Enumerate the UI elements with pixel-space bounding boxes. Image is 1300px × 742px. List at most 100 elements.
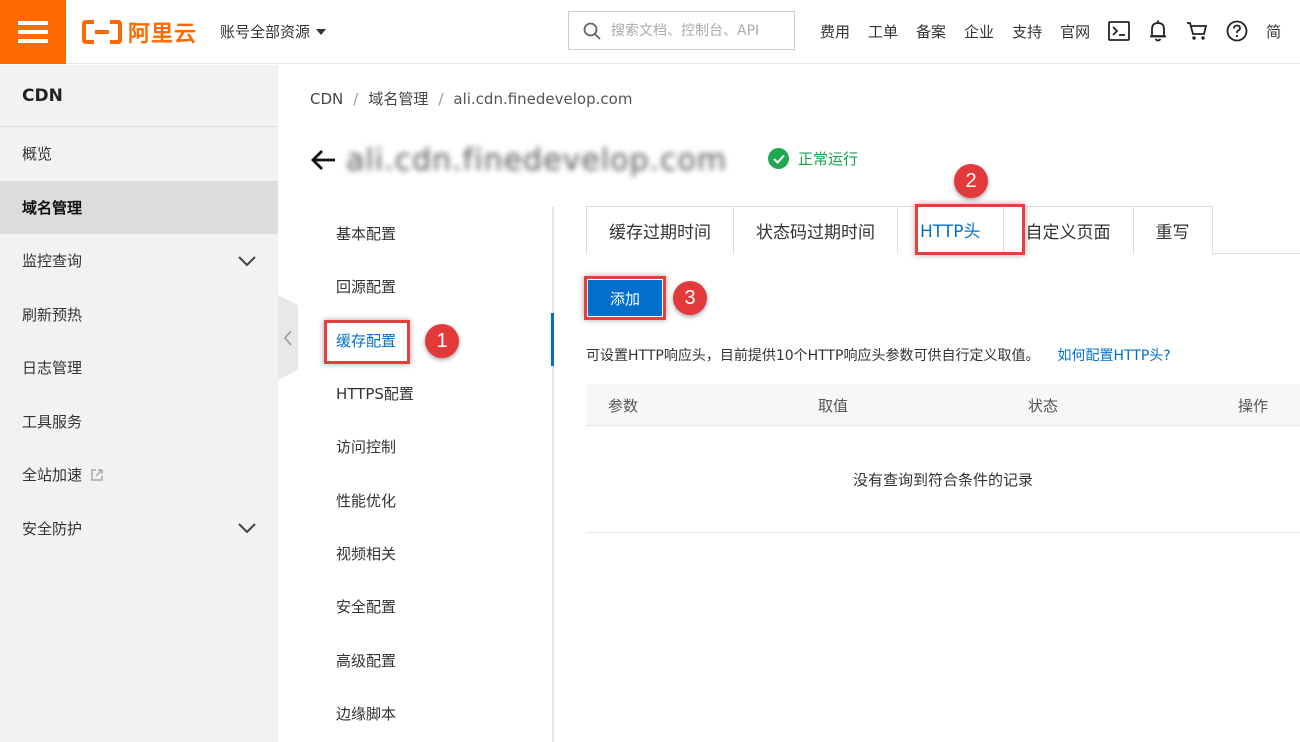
step-badge-3: 3: [673, 281, 707, 315]
subnav-label: HTTPS配置: [336, 385, 414, 404]
subnav-access-control[interactable]: 访问控制: [310, 420, 553, 473]
nav-icp[interactable]: 备案: [916, 21, 946, 42]
account-selector[interactable]: 账号全部资源: [220, 21, 327, 42]
terminal-icon[interactable]: [1108, 21, 1130, 41]
subnav-label: 视频相关: [336, 544, 397, 563]
sidebar-item-security[interactable]: 安全防护: [0, 502, 278, 556]
tab-custom-page[interactable]: 自定义页面: [1002, 206, 1134, 254]
subnav-label: 访问控制: [336, 438, 397, 457]
subnav-label: 性能优化: [336, 491, 397, 510]
description-text: 可设置HTTP响应头，目前提供10个HTTP响应头参数可供自行定义取值。: [586, 348, 1040, 364]
column-value: 取值: [818, 397, 849, 415]
search-input[interactable]: [611, 22, 781, 39]
tab-cache-expiry[interactable]: 缓存过期时间: [586, 206, 734, 254]
top-nav: 费用 工单 备案 企业 支持 官网 简: [820, 20, 1281, 42]
tab-bar: 缓存过期时间 状态码过期时间 HTTP头 自定义页面 重写: [586, 206, 1300, 254]
hamburger-icon: [18, 21, 48, 43]
bell-icon[interactable]: [1148, 20, 1168, 42]
breadcrumb-cdn[interactable]: CDN: [310, 90, 343, 108]
help-link[interactable]: 如何配置HTTP头?: [1057, 345, 1170, 365]
subnav-basic-config[interactable]: 基本配置: [310, 207, 553, 260]
column-action: 操作: [1238, 397, 1269, 415]
external-link-icon: [91, 469, 103, 481]
step-badge-1: 1: [425, 324, 459, 358]
breadcrumb: CDN / 域名管理 / ali.cdn.finedevelop.com: [310, 88, 632, 109]
language-switch[interactable]: 简: [1266, 21, 1281, 42]
sidebar-item-logs[interactable]: 日志管理: [0, 341, 278, 395]
sidebar-item-dcdn[interactable]: 全站加速: [0, 448, 278, 502]
search-icon: [583, 22, 601, 40]
subnav-divider: [552, 207, 554, 742]
subnav-https-config[interactable]: HTTPS配置: [310, 367, 553, 420]
sidebar-title: CDN: [0, 65, 278, 127]
nav-enterprise[interactable]: 企业: [964, 21, 994, 42]
subnav-label: 回源配置: [336, 278, 397, 297]
breadcrumb-separator: /: [438, 89, 444, 108]
search-box[interactable]: [568, 11, 795, 50]
help-icon[interactable]: [1226, 20, 1248, 42]
tab-http-header[interactable]: HTTP头: [897, 206, 1004, 254]
http-header-description: 可设置HTTP响应头，目前提供10个HTTP响应头参数可供自行定义取值。 如何配…: [586, 345, 1171, 365]
chevron-down-icon: [238, 256, 256, 266]
column-param: 参数: [608, 397, 639, 415]
breadcrumb-separator: /: [353, 89, 359, 108]
status-badge: 正常运行: [768, 148, 858, 169]
nav-fee[interactable]: 费用: [820, 21, 850, 42]
tab-status-code-expiry[interactable]: 状态码过期时间: [733, 206, 898, 254]
account-selector-label: 账号全部资源: [220, 23, 311, 41]
tab-rewrite[interactable]: 重写: [1132, 206, 1213, 254]
menu-button[interactable]: [0, 0, 66, 64]
nav-ticket[interactable]: 工单: [868, 21, 898, 42]
sidebar-item-refresh[interactable]: 刷新预热: [0, 288, 278, 342]
sidebar-item-monitoring[interactable]: 监控查询: [0, 234, 278, 288]
subnav-security-config[interactable]: 安全配置: [310, 580, 553, 633]
aliyun-logo-icon: [82, 20, 122, 44]
logo-text: 阿里云: [128, 22, 198, 47]
sidebar-item-label: 监控查询: [22, 252, 83, 271]
sidebar-item-label: 安全防护: [22, 519, 83, 538]
subnav-edge-script[interactable]: 边缘脚本: [310, 687, 553, 740]
sidebar-collapse-handle[interactable]: [278, 295, 298, 380]
nav-official-site[interactable]: 官网: [1060, 21, 1090, 42]
subnav-label: 边缘脚本: [336, 704, 397, 723]
sidebar-item-label: 全站加速: [22, 466, 83, 485]
page-title: ali.cdn.finedevelop.com: [346, 142, 728, 178]
subnav-advanced-config[interactable]: 高级配置: [310, 633, 553, 686]
status-text: 正常运行: [798, 150, 859, 168]
table-header: 参数 取值 状态 操作: [586, 384, 1300, 426]
cart-icon[interactable]: [1186, 21, 1208, 41]
subnav-performance[interactable]: 性能优化: [310, 473, 553, 526]
step-badge-2: 2: [954, 164, 988, 198]
column-status: 状态: [1028, 397, 1059, 415]
sidebar-item-label: 工具服务: [22, 412, 83, 431]
sidebar-item-overview[interactable]: 概览: [0, 127, 278, 181]
sidebar-item-domain-management[interactable]: 域名管理: [0, 180, 278, 234]
sidebar-item-label: 刷新预热: [22, 305, 83, 324]
chevron-down-icon: [238, 523, 256, 534]
subnav-label: 缓存配置: [336, 331, 397, 350]
add-button[interactable]: 添加: [588, 280, 662, 316]
subnav-origin-config[interactable]: 回源配置: [310, 260, 553, 313]
nav-support[interactable]: 支持: [1012, 21, 1042, 42]
top-bar: 阿里云 账号全部资源 费用 工单 备案 企业 支持 官网: [0, 0, 1300, 64]
aliyun-logo[interactable]: 阿里云: [82, 16, 197, 48]
back-arrow-icon[interactable]: [310, 149, 336, 171]
check-circle-icon: [768, 148, 789, 169]
page-header: ali.cdn.finedevelop.com: [310, 140, 727, 180]
sidebar-item-label: 域名管理: [22, 198, 83, 217]
breadcrumb-domain-management[interactable]: 域名管理: [368, 88, 428, 109]
breadcrumb-current-domain: ali.cdn.finedevelop.com: [453, 89, 633, 108]
subnav-active-indicator: [551, 313, 554, 366]
chevron-left-icon: [284, 330, 292, 345]
caret-down-icon: [316, 28, 327, 35]
table-empty-message: 没有查询到符合条件的记录: [586, 426, 1300, 533]
sidebar-item-tools[interactable]: 工具服务: [0, 395, 278, 449]
sidebar: CDN 概览 域名管理 监控查询 刷新预热 日志管理 工具服务 全站加速 安全防…: [0, 65, 278, 742]
config-subnav: 基本配置 回源配置 缓存配置 HTTPS配置 访问控制 性能优化 视频相关 安全…: [310, 207, 553, 740]
subnav-video[interactable]: 视频相关: [310, 527, 553, 580]
sidebar-item-label: 日志管理: [22, 359, 83, 378]
sidebar-item-label: 概览: [22, 145, 53, 164]
subnav-label: 高级配置: [336, 651, 397, 670]
subnav-label: 安全配置: [336, 598, 397, 617]
subnav-label: 基本配置: [336, 225, 397, 244]
